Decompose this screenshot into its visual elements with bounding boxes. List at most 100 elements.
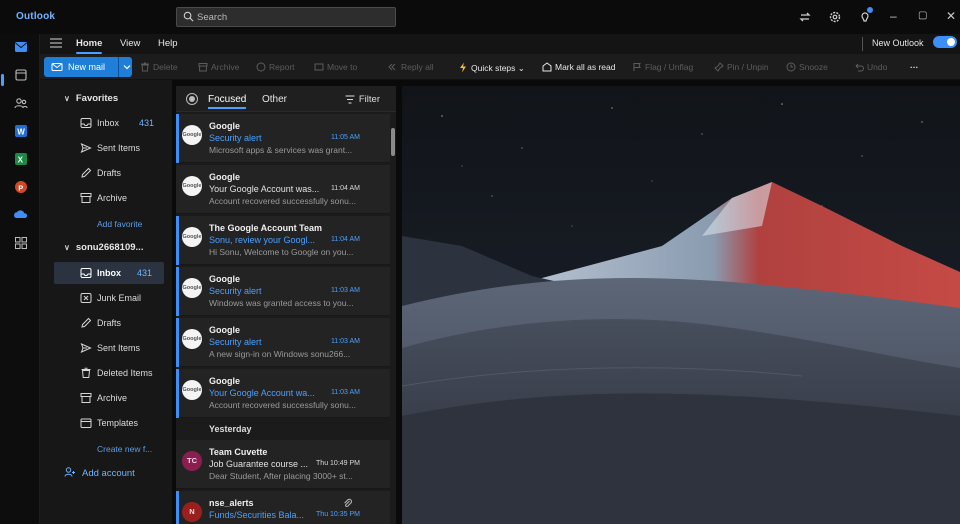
select-all-checkbox[interactable]	[186, 93, 198, 105]
folder-archive[interactable]: Archive	[40, 387, 172, 409]
report-button[interactable]: Report	[256, 62, 295, 72]
folder-favorites-drafts[interactable]: Drafts	[40, 162, 172, 184]
split-divider	[118, 57, 119, 77]
send-icon	[80, 343, 92, 353]
folder-templates[interactable]: Templates	[40, 412, 172, 434]
filter-button[interactable]: Filter	[345, 94, 380, 105]
tab-home[interactable]: Home	[76, 38, 102, 49]
maximize-icon[interactable]: ▢	[918, 10, 927, 21]
folder-label: Drafts	[97, 318, 122, 328]
excel-icon[interactable]: X	[14, 152, 28, 166]
folder-favorites-sent[interactable]: Sent Items	[40, 137, 172, 159]
tab-view[interactable]: View	[120, 38, 140, 49]
new-mail-label: New mail	[68, 62, 106, 72]
message-time: 11:04 AM	[330, 236, 360, 243]
delete-button[interactable]: Delete	[140, 62, 178, 72]
unread-count: 431	[136, 268, 152, 278]
archive-icon	[80, 193, 92, 203]
gear-icon[interactable]	[828, 10, 842, 24]
trash-icon	[81, 367, 91, 378]
chevron-down-icon: ∨	[64, 243, 70, 252]
sender-avatar: N	[182, 502, 202, 522]
sync-icon[interactable]	[798, 10, 812, 24]
message-item[interactable]: Google Google Your Google Account was...…	[176, 165, 390, 214]
tab-help[interactable]: Help	[158, 38, 178, 49]
favorites-header[interactable]: ∨ Favorites	[64, 93, 118, 104]
report-label: Report	[269, 62, 295, 72]
new-mail-button[interactable]: New mail	[44, 57, 132, 77]
folder-junk[interactable]: Junk Email	[40, 287, 172, 309]
message-item[interactable]: Google Google Security alert 11:03 AM A …	[176, 318, 390, 367]
reply-all-button[interactable]: Reply all	[388, 62, 434, 72]
add-account-button[interactable]: Add account	[64, 466, 135, 479]
add-favorite-link[interactable]: Add favorite	[97, 219, 142, 229]
create-new-folder-link[interactable]: Create new f...	[97, 444, 152, 454]
folder-favorites-archive[interactable]: Archive	[40, 187, 172, 209]
minimize-icon[interactable]: –	[890, 9, 897, 23]
message-item[interactable]: TC Team Cuvette Job Guarantee course ...…	[176, 440, 390, 489]
message-item[interactable]: Google Google Security alert 11:03 AM Wi…	[176, 267, 390, 316]
message-sender: Google	[209, 121, 240, 131]
folder-deleted[interactable]: Deleted Items	[40, 362, 172, 384]
message-item[interactable]: Google Google Security alert 11:05 AM Mi…	[176, 114, 390, 163]
paperclip-icon	[344, 498, 352, 508]
onedrive-icon[interactable]	[14, 208, 28, 222]
move-to-button[interactable]: Move to	[314, 62, 357, 72]
folder-drafts[interactable]: Drafts	[40, 312, 172, 334]
chevron-down-icon: ∨	[64, 94, 70, 103]
folder-label: Junk Email	[97, 293, 142, 303]
sender-avatar: TC	[182, 451, 202, 471]
message-time: 11:03 AM	[330, 389, 360, 396]
tab-other[interactable]: Other	[262, 94, 287, 105]
tab-focused[interactable]: Focused	[208, 94, 246, 105]
undo-label: Undo	[867, 62, 888, 72]
message-preview: Account recovered successfully sonu...	[209, 196, 356, 206]
new-outlook-toggle[interactable]	[933, 36, 957, 48]
folder-favorites-inbox[interactable]: Inbox 431	[40, 112, 172, 134]
quick-steps-button[interactable]: Quick steps ⌄	[458, 62, 525, 74]
folder-label: Archive	[97, 393, 128, 403]
folder-inbox[interactable]: Inbox 431	[54, 262, 164, 284]
svg-text:P: P	[18, 183, 23, 192]
apps-icon[interactable]	[14, 236, 28, 250]
undo-button[interactable]: Undo	[854, 62, 887, 72]
message-item[interactable]: N nse_alerts Funds/Securities Bala... Th…	[176, 491, 390, 524]
close-icon[interactable]: ✕	[946, 9, 956, 23]
message-preview: Microsoft apps & services was grant...	[209, 145, 353, 155]
search-box[interactable]: Search	[176, 7, 396, 27]
word-icon[interactable]: W	[14, 124, 28, 138]
message-item[interactable]: Google Google Your Google Account wa... …	[176, 369, 390, 418]
mark-all-read-button[interactable]: Mark all as read	[542, 62, 615, 72]
calendar-icon[interactable]	[14, 68, 28, 82]
more-options-button[interactable]: ···	[910, 62, 919, 72]
message-item[interactable]: Google The Google Account Team Sonu, rev…	[176, 216, 390, 265]
message-sender: Google	[209, 376, 240, 386]
add-person-icon	[64, 467, 75, 477]
svg-text:W: W	[17, 128, 25, 137]
account-header[interactable]: ∨ sonu2668109...	[64, 242, 143, 253]
hamburger-menu-icon[interactable]	[50, 38, 62, 48]
powerpoint-icon[interactable]: P	[14, 180, 28, 194]
template-icon	[80, 418, 92, 428]
message-preview: Account recovered successfully sonu...	[209, 400, 356, 410]
message-sender: Google	[209, 325, 240, 335]
people-icon[interactable]	[14, 96, 28, 110]
trash-icon	[141, 62, 149, 72]
scrollbar-track[interactable]	[390, 112, 396, 524]
mail-icon[interactable]	[14, 40, 28, 54]
scrollbar-thumb[interactable]	[391, 128, 395, 156]
folder-label: Archive	[97, 193, 128, 203]
focused-tab-underline	[208, 107, 246, 109]
archive-icon	[198, 63, 208, 72]
sender-avatar: Google	[182, 329, 202, 349]
chevron-down-icon: ⌄	[517, 63, 525, 73]
pin-button[interactable]: Pin / Unpin	[714, 62, 769, 72]
message-sender: Google	[209, 274, 240, 284]
envelope-open-icon	[542, 62, 552, 72]
folder-sent[interactable]: Sent Items	[40, 337, 172, 359]
archive-button[interactable]: Archive	[198, 62, 239, 72]
chevron-down-icon[interactable]	[122, 62, 132, 72]
flag-button[interactable]: Flag / Unflag	[632, 62, 693, 72]
svg-text:X: X	[18, 156, 24, 165]
snooze-button[interactable]: Snooze	[786, 62, 828, 72]
